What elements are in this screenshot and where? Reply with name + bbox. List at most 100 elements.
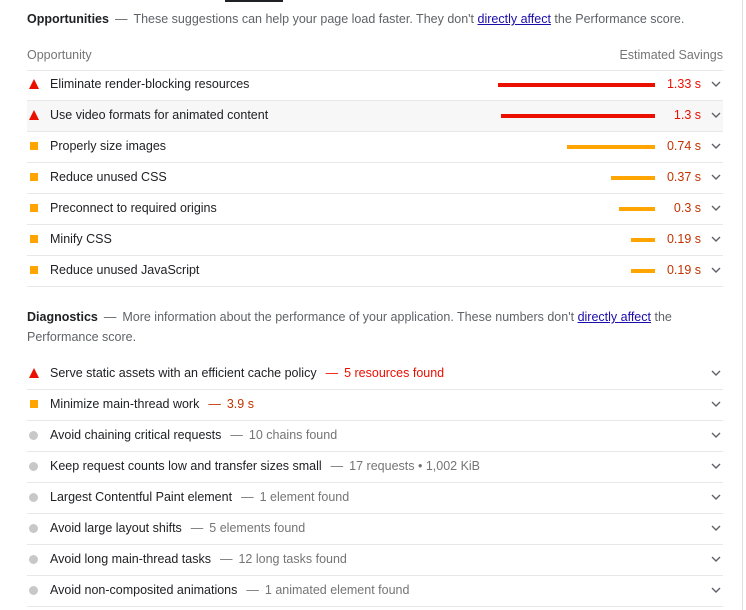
estimated-savings-value: 0.3 s (673, 201, 701, 215)
estimated-savings-value: 1.3 s (673, 108, 701, 122)
orange-square-icon (30, 400, 38, 408)
chevron-down-icon[interactable] (711, 554, 721, 564)
diagnostic-title-text: Avoid large layout shifts (50, 521, 182, 535)
display-separator: — (190, 521, 204, 535)
diagnostic-title-text: Largest Contentful Paint element (50, 490, 233, 504)
opportunity-title: Reduce unused CSS (50, 170, 167, 184)
red-triangle-icon (29, 110, 39, 120)
diagnostic-title-text: Avoid chaining critical requests (50, 428, 222, 442)
gray-circle-icon (29, 586, 38, 595)
diagnostic-title-text: Keep request counts low and transfer siz… (50, 459, 322, 473)
display-separator: — (330, 459, 344, 473)
opportunities-section: Opportunities — These suggestions can help… (27, 9, 723, 289)
opportunity-title: Reduce unused JavaScript (50, 263, 200, 277)
estimated-savings-value: 0.74 s (666, 139, 701, 153)
diagnostics-description: More information about the performance o… (122, 310, 575, 324)
diagnostics-directly-affect-link[interactable]: directly affect (578, 310, 651, 324)
opportunity-row[interactable]: Properly size images 0.74 s (27, 132, 723, 163)
orange-square-icon (30, 204, 38, 212)
diagnostics-section: Diagnostics — More information about the p… (27, 307, 723, 610)
opportunities-description: These suggestions can help your page loa… (133, 12, 475, 26)
opportunity-title: Properly size images (50, 139, 167, 153)
opportunity-title: Use video formats for animated content (50, 108, 269, 122)
estimated-savings-value: 0.19 s (666, 263, 701, 277)
opportunities-directly-affect-link[interactable]: directly affect (478, 12, 551, 26)
diagnostic-title: Keep request counts low and transfer siz… (50, 459, 480, 473)
diagnostic-title-text: Serve static assets with an efficient ca… (50, 366, 317, 380)
chevron-down-icon[interactable] (711, 234, 721, 244)
diagnostic-row[interactable]: Keep request counts low and transfer siz… (27, 452, 723, 483)
orange-square-icon (30, 142, 38, 150)
gray-circle-icon (29, 524, 38, 533)
header-separator: — (103, 310, 117, 324)
display-separator: — (208, 397, 221, 411)
opportunity-row[interactable]: Preconnect to required origins 0.3 s (27, 194, 723, 225)
opportunity-row[interactable]: Use video formats for animated content 1.… (27, 101, 723, 132)
display-separator: — (219, 552, 233, 566)
orange-square-icon (30, 235, 38, 243)
diagnostic-title-text: Avoid non-composited animations (50, 583, 238, 597)
opportunity-row[interactable]: Reduce unused CSS 0.37 s (27, 163, 723, 194)
diagnostic-title: Avoid large layout shifts — 5 elements fou… (50, 521, 305, 535)
opportunity-row[interactable]: Eliminate render-blocking resources 1.33 … (27, 70, 723, 101)
savings-bar (631, 269, 655, 273)
header-separator: — (114, 12, 128, 26)
chevron-down-icon[interactable] (711, 492, 721, 502)
gray-circle-icon (29, 462, 38, 471)
diagnostic-title: Serve static assets with an efficient ca… (50, 366, 444, 380)
diagnostic-row[interactable]: Minimize main-thread work — 3.9 s (27, 390, 723, 421)
diagnostic-display-value: 1 element found (259, 490, 350, 504)
opportunity-row[interactable]: Minify CSS 0.19 s (27, 225, 723, 256)
diagnostic-row[interactable]: Avoid long main-thread tasks — 12 long tas… (27, 545, 723, 576)
diagnostic-row[interactable]: Avoid non-composited animations — 1 animat… (27, 576, 723, 607)
diagnostic-display-value: 1 animated element found (264, 583, 410, 597)
diagnostic-title: Avoid chaining critical requests — 10 chai… (50, 428, 337, 442)
estimated-savings-value: 0.37 s (666, 170, 701, 184)
chevron-down-icon[interactable] (711, 368, 721, 378)
savings-bar (567, 145, 655, 149)
diagnostic-row[interactable]: Serve static assets with an efficient ca… (27, 359, 723, 390)
gray-circle-icon (29, 493, 38, 502)
chevron-down-icon[interactable] (711, 79, 721, 89)
diagnostic-title-text: Avoid long main-thread tasks (50, 552, 211, 566)
diagnostic-row[interactable]: Avoid large layout shifts — 5 elements fou… (27, 514, 723, 545)
chevron-down-icon[interactable] (711, 523, 721, 533)
opportunity-row[interactable]: Reduce unused JavaScript 0.19 s (27, 256, 723, 287)
opportunities-description-end: the Performance score. (554, 12, 685, 26)
gray-circle-icon (29, 555, 38, 564)
savings-bar (631, 238, 655, 242)
opportunity-title: Minify CSS (50, 232, 112, 246)
diagnostic-display-value: 17 requests • 1,002 KiB (349, 459, 481, 473)
opportunities-column-header: Opportunity Estimated Savings (27, 44, 723, 71)
opportunities-title: Opportunities (27, 12, 109, 26)
red-triangle-icon (29, 79, 39, 89)
orange-square-icon (30, 173, 38, 181)
diagnostic-title: Avoid non-composited animations — 1 animat… (50, 583, 409, 597)
display-separator: — (230, 428, 243, 442)
display-separator: — (325, 366, 339, 380)
chevron-down-icon[interactable] (711, 585, 721, 595)
chevron-down-icon[interactable] (711, 110, 721, 120)
diagnostics-header: Diagnostics — More information about the p… (27, 307, 723, 347)
chevron-down-icon[interactable] (711, 203, 721, 213)
savings-bar (611, 176, 655, 180)
opportunity-title: Preconnect to required origins (50, 201, 217, 215)
chevron-down-icon[interactable] (711, 430, 721, 440)
column-estimated-savings: Estimated Savings (619, 48, 723, 62)
diagnostic-row[interactable]: Avoid chaining critical requests — 10 chai… (27, 421, 723, 452)
chevron-down-icon[interactable] (711, 265, 721, 275)
chevron-down-icon[interactable] (711, 141, 721, 151)
estimated-savings-value: 1.33 s (666, 77, 701, 91)
diagnostic-title: Avoid long main-thread tasks — 12 long tas… (50, 552, 347, 566)
diagnostics-title: Diagnostics (27, 310, 98, 324)
savings-bar (501, 114, 655, 118)
column-opportunity: Opportunity (27, 48, 92, 62)
diagnostic-row[interactable]: Largest Contentful Paint element — 1 eleme… (27, 483, 723, 514)
diagnostic-display-value: 12 long tasks found (238, 552, 347, 566)
chevron-down-icon[interactable] (711, 172, 721, 182)
chevron-down-icon[interactable] (711, 399, 721, 409)
gray-circle-icon (29, 431, 38, 440)
red-triangle-icon (29, 368, 39, 378)
diagnostic-display-value: 10 chains found (248, 428, 338, 442)
chevron-down-icon[interactable] (711, 461, 721, 471)
